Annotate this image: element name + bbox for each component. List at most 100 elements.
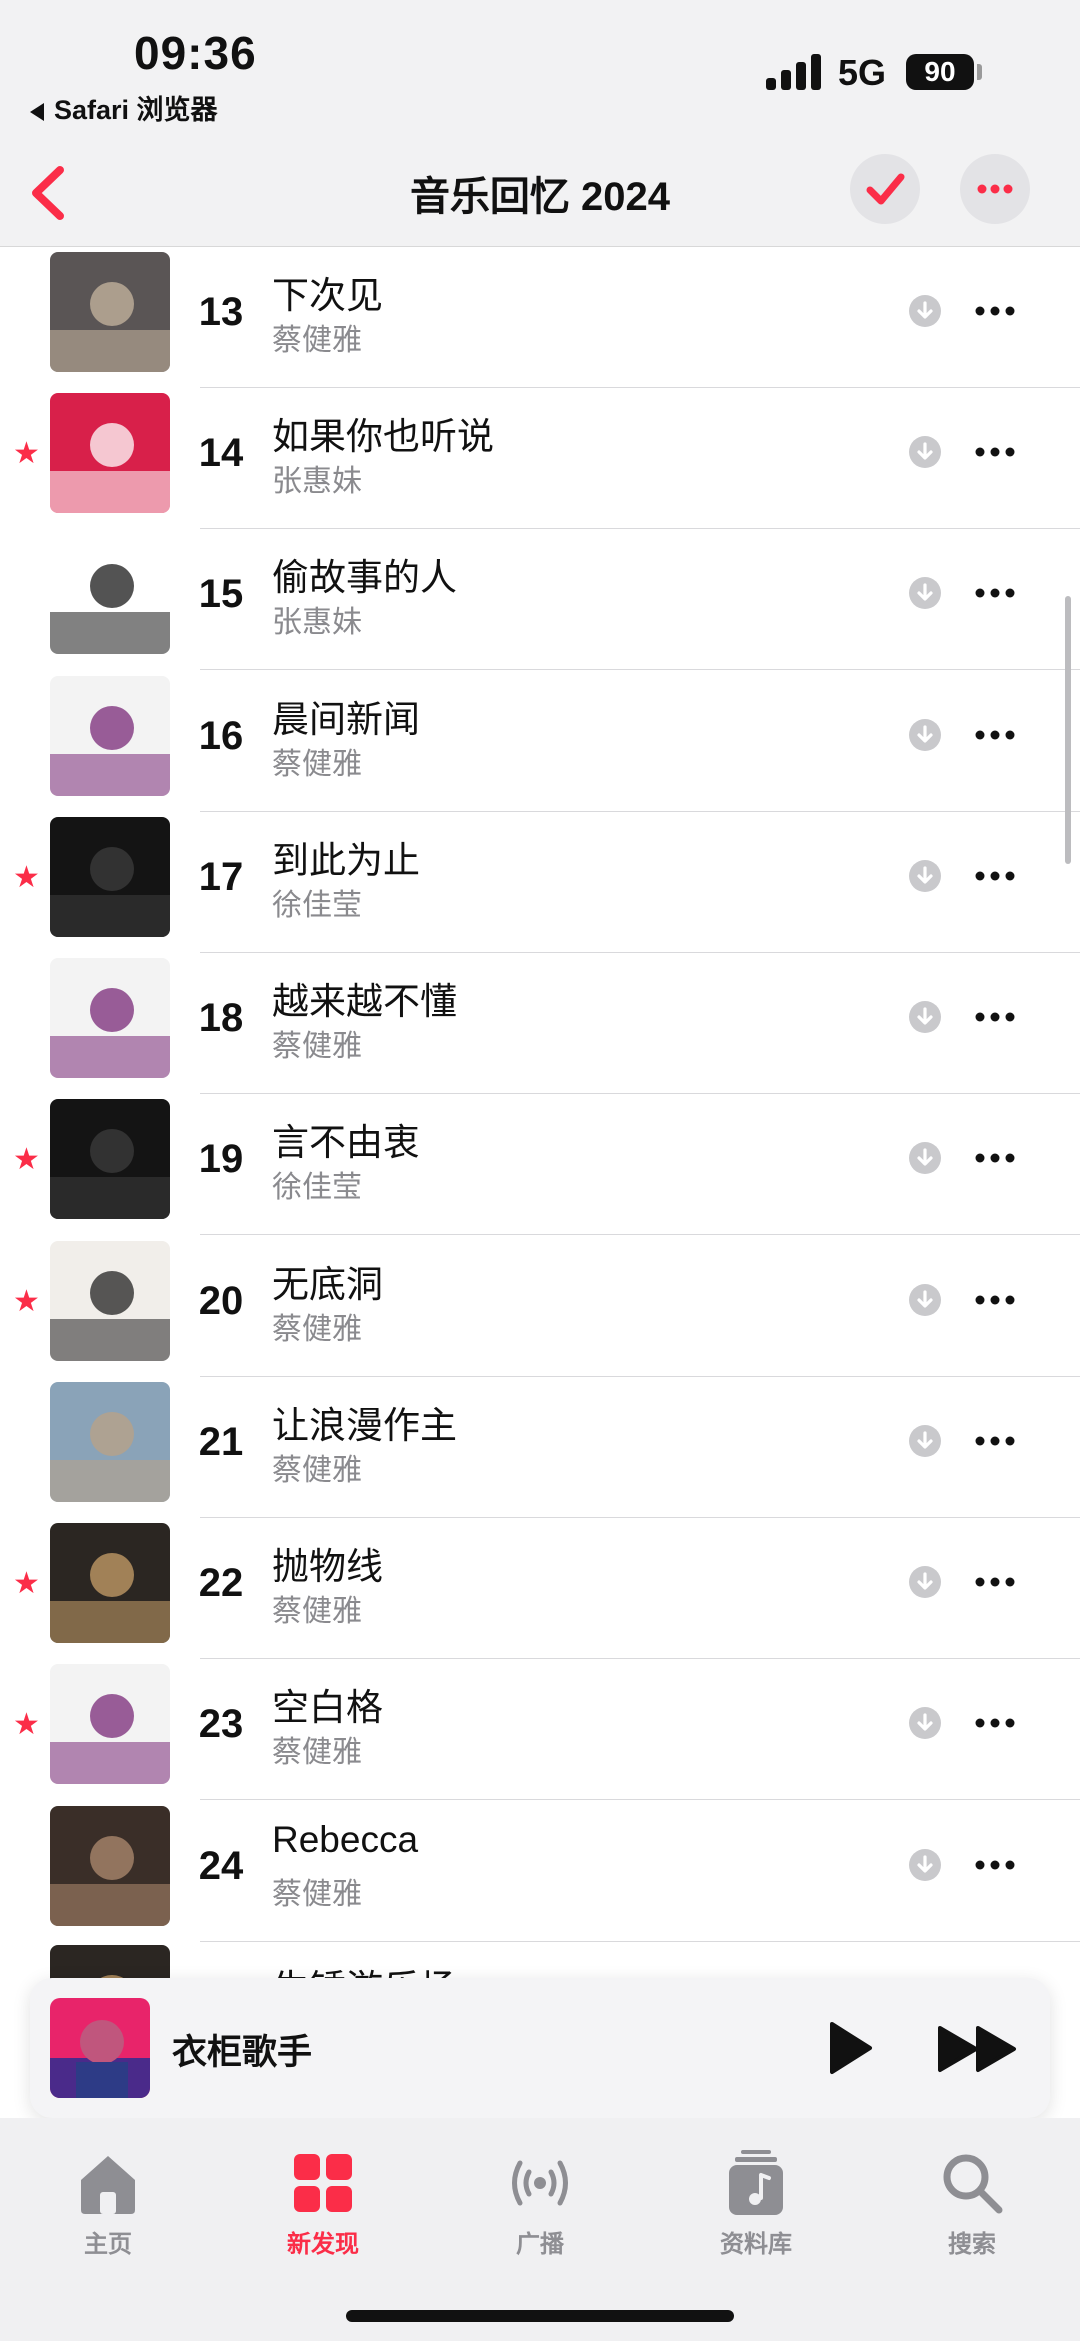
download-arrow-icon (917, 1713, 933, 1731)
download-arrow-icon (917, 301, 933, 319)
more-options-button[interactable] (960, 154, 1030, 224)
play-button[interactable] (820, 2016, 880, 2080)
next-track-button[interactable] (934, 2020, 1020, 2078)
track-row[interactable]: ★ 19 言不由衷 徐佳莹 (0, 1094, 1080, 1235)
track-artwork (50, 817, 170, 937)
favorite-star-icon: ★ (13, 1285, 40, 1318)
tab-radio-label: 广播 (516, 2231, 564, 2258)
track-row[interactable]: 18 越来越不懂蔡健雅 (0, 953, 1080, 1094)
download-arrow-icon (917, 1290, 933, 1308)
track-row[interactable]: ★ 20 无底洞 蔡健雅 (0, 1236, 1080, 1377)
grid-icon (288, 2148, 358, 2218)
tab-library[interactable]: 资料库 (686, 2148, 826, 2258)
track-artwork (50, 252, 170, 372)
radio-icon (505, 2148, 575, 2218)
download-button[interactable] (909, 1284, 941, 1316)
track-more-button[interactable] (972, 862, 1018, 890)
network-type: 5G (838, 52, 887, 93)
download-button[interactable] (909, 860, 941, 892)
ellipsis-icon (975, 1153, 1015, 1163)
track-number: 23 (198, 1702, 244, 1746)
track-more-button[interactable] (972, 579, 1018, 607)
track-row[interactable]: 16 晨间新闻 蔡健雅 (0, 671, 1080, 812)
track-row[interactable]: ★ 17 到此为止 徐佳莹 (0, 812, 1080, 953)
track-more-button[interactable] (972, 297, 1018, 325)
back-to-app-link[interactable]: Safari 浏览器 (30, 88, 218, 127)
download-button[interactable] (909, 577, 941, 609)
battery-icon: 90 (906, 54, 974, 90)
track-more-button[interactable] (972, 438, 1018, 466)
download-arrow-icon (917, 1148, 933, 1166)
tab-new[interactable]: 新发现 (253, 2148, 393, 2258)
tab-search[interactable]: 搜索 (902, 2148, 1042, 2258)
tab-radio[interactable]: 广播 (470, 2148, 610, 2258)
track-artwork (50, 1664, 170, 1784)
track-artist: 蔡健雅 (272, 1030, 362, 1063)
scroll-indicator[interactable] (1065, 596, 1071, 864)
track-title: 晨间新闻 (272, 699, 420, 740)
track-number: 22 (198, 1561, 244, 1605)
track-artist: 徐佳莹 (272, 889, 362, 922)
download-button[interactable] (909, 1707, 941, 1739)
track-more-button[interactable] (972, 721, 1018, 749)
download-button[interactable] (909, 1425, 941, 1457)
track-more-button[interactable] (972, 1851, 1018, 1879)
home-icon (73, 2148, 143, 2218)
download-button[interactable] (909, 1001, 941, 1033)
track-artist: 蔡健雅 (272, 1313, 362, 1346)
download-arrow-icon (917, 1431, 933, 1449)
track-more-button[interactable] (972, 1144, 1018, 1172)
ellipsis-icon (977, 184, 1013, 194)
favorite-star-icon: ★ (13, 1143, 40, 1176)
download-arrow-icon (917, 583, 933, 601)
track-row[interactable]: 21 让浪漫作主 蔡健雅 (0, 1377, 1080, 1518)
download-button[interactable] (909, 1142, 941, 1174)
library-icon (721, 2148, 791, 2218)
track-artist: 蔡健雅 (272, 324, 362, 357)
track-row[interactable]: 15 偷故事的人 张惠妹 (0, 529, 1080, 670)
ellipsis-icon (975, 447, 1015, 457)
track-artwork (50, 1099, 170, 1219)
download-button[interactable] (909, 436, 941, 468)
home-indicator (346, 2310, 734, 2322)
track-more-button[interactable] (972, 1286, 1018, 1314)
track-title: 无底洞 (272, 1264, 383, 1305)
track-row[interactable]: 13 下次见 蔡健雅 (0, 247, 1080, 388)
download-button[interactable] (909, 295, 941, 327)
tab-home[interactable]: 主页 (38, 2148, 178, 2258)
select-done-button[interactable] (850, 154, 920, 224)
track-row[interactable]: ★ 22 抛物线 蔡健雅 (0, 1518, 1080, 1659)
track-artwork (50, 958, 170, 1078)
mini-player[interactable]: 衣柜歌手 (30, 1978, 1050, 2118)
track-row[interactable]: ★ 23 空白格 蔡健雅 (0, 1659, 1080, 1800)
track-artist: 张惠妹 (272, 465, 362, 498)
battery-tip (977, 64, 982, 80)
track-artist: 蔡健雅 (272, 748, 362, 781)
track-number: 15 (198, 572, 244, 616)
track-title: 越来越不懂 (272, 981, 457, 1022)
track-title: 如果你也听说 (272, 416, 494, 457)
status-time: 09:36 (134, 27, 257, 79)
download-arrow-icon (917, 725, 933, 743)
track-row[interactable]: ★ 14 如果你也听说 张惠妹 (0, 388, 1080, 529)
track-more-button[interactable] (972, 1568, 1018, 1596)
track-list[interactable]: 13 下次见 蔡健雅 ★ 14 如果你也听说 张惠妹 15 偷故事的人 张惠妹 16 晨间新闻 蔡健雅 ★… (0, 247, 1080, 1987)
download-button[interactable] (909, 719, 941, 751)
track-more-button[interactable] (972, 1003, 1018, 1031)
tab-library-label: 资料库 (720, 2231, 792, 2258)
track-more-button[interactable] (972, 1427, 1018, 1455)
track-artist: 蔡健雅 (272, 1736, 362, 1769)
download-button[interactable] (909, 1849, 941, 1881)
track-number: 18 (198, 996, 244, 1040)
track-title: 抛物线 (272, 1546, 383, 1587)
download-arrow-icon (917, 1572, 933, 1590)
track-artwork (50, 534, 170, 654)
track-artwork (50, 676, 170, 796)
ellipsis-icon (975, 1436, 1015, 1446)
download-button[interactable] (909, 1566, 941, 1598)
track-title: 到此为止 (272, 840, 420, 881)
ellipsis-icon (975, 871, 1015, 881)
track-row[interactable]: 24 Rebecca 蔡健雅 (0, 1801, 1080, 1942)
track-title: 空白格 (272, 1687, 383, 1728)
track-more-button[interactable] (972, 1709, 1018, 1737)
